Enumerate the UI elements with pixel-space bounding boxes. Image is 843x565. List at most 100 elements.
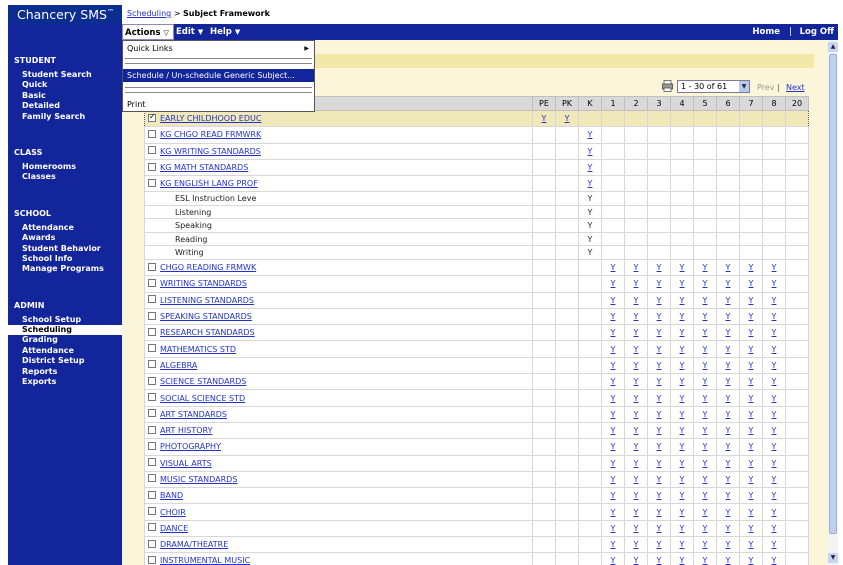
grade-link[interactable]: Y — [634, 328, 639, 337]
grade-link[interactable]: Y — [772, 540, 777, 549]
grade-link[interactable]: Y — [772, 524, 777, 533]
grade-link[interactable]: Y — [657, 491, 662, 500]
sidebar-item-district-setup[interactable]: District Setup — [8, 356, 122, 366]
sidebar-item-grading[interactable]: Grading — [8, 335, 122, 345]
grade-link[interactable]: Y — [634, 410, 639, 419]
grade-link[interactable]: Y — [749, 459, 754, 468]
subject-link[interactable]: KG CHGO READ FRMWRK — [160, 130, 261, 139]
grade-link[interactable]: Y — [726, 556, 731, 565]
grade-link[interactable]: Y — [749, 328, 754, 337]
grade-link[interactable]: Y — [657, 328, 662, 337]
grade-link[interactable]: Y — [634, 491, 639, 500]
row-checkbox[interactable] — [148, 278, 156, 287]
grade-link[interactable]: Y — [611, 426, 616, 435]
grade-link[interactable]: Y — [680, 312, 685, 321]
menu-item-quick-links[interactable]: Quick Links ▶ — [123, 42, 314, 55]
grade-link[interactable]: Y — [703, 361, 708, 370]
grade-link[interactable]: Y — [726, 263, 731, 272]
grade-link[interactable]: Y — [657, 426, 662, 435]
grade-link[interactable]: Y — [611, 524, 616, 533]
grade-link[interactable]: Y — [703, 410, 708, 419]
grade-link[interactable]: Y — [680, 459, 685, 468]
grade-link[interactable]: Y — [680, 426, 685, 435]
grade-link[interactable]: Y — [680, 279, 685, 288]
sidebar-item-detailed[interactable]: Detailed — [8, 101, 122, 111]
grade-link[interactable]: Y — [611, 312, 616, 321]
grade-link[interactable]: Y — [726, 296, 731, 305]
grade-link[interactable]: Y — [703, 426, 708, 435]
grade-link[interactable]: Y — [726, 361, 731, 370]
scroll-thumb[interactable] — [829, 54, 837, 534]
subject-link[interactable]: ART STANDARDS — [160, 410, 227, 419]
grade-link[interactable]: Y — [657, 263, 662, 272]
subject-link[interactable]: MATHEMATICS STD — [160, 345, 236, 354]
grade-link[interactable]: Y — [703, 394, 708, 403]
grade-link[interactable]: Y — [726, 524, 731, 533]
sidebar-item-scheduling[interactable]: Scheduling — [8, 325, 122, 336]
grade-link[interactable]: Y — [611, 394, 616, 403]
sidebar-item-awards[interactable]: Awards — [8, 233, 122, 243]
grade-link[interactable]: Y — [703, 377, 708, 386]
grade-link[interactable]: Y — [726, 491, 731, 500]
grade-link[interactable]: Y — [611, 296, 616, 305]
grade-link[interactable]: Y — [588, 130, 593, 139]
row-checkbox[interactable] — [148, 425, 156, 434]
logoff-link[interactable]: Log Off — [800, 24, 834, 40]
grade-link[interactable]: Y — [634, 361, 639, 370]
grade-link[interactable]: Y — [680, 296, 685, 305]
subject-link[interactable]: DRAMA/THEATRE — [160, 540, 228, 549]
grade-link[interactable]: Y — [749, 426, 754, 435]
subject-link[interactable]: ALGEBRA — [160, 361, 197, 370]
row-checkbox[interactable] — [148, 162, 156, 171]
row-checkbox[interactable] — [148, 311, 156, 320]
subject-link[interactable]: KG MATH STANDARDS — [160, 163, 248, 172]
grade-link[interactable]: Y — [680, 475, 685, 484]
sidebar-item-student-search[interactable]: Student Search — [8, 70, 122, 80]
row-checkbox[interactable] — [148, 393, 156, 401]
grade-link[interactable]: Y — [611, 459, 616, 468]
row-checkbox[interactable] — [148, 490, 156, 499]
grade-link[interactable]: Y — [634, 263, 639, 272]
grade-link[interactable]: Y — [772, 377, 777, 386]
grade-link[interactable]: Y — [634, 296, 639, 305]
grade-link[interactable]: Y — [703, 296, 708, 305]
grade-link[interactable]: Y — [611, 263, 616, 272]
sidebar-item-reports[interactable]: Reports — [8, 367, 122, 377]
grade-link[interactable]: Y — [657, 442, 662, 451]
help-menu[interactable]: Help ▼ — [210, 24, 240, 40]
grade-link[interactable]: Y — [726, 459, 731, 468]
grade-link[interactable]: Y — [588, 163, 593, 172]
grade-link[interactable]: Y — [657, 345, 662, 354]
grade-link[interactable]: Y — [749, 279, 754, 288]
row-checkbox[interactable] — [148, 523, 156, 532]
subject-link[interactable]: CHOIR — [160, 508, 186, 517]
grade-link[interactable]: Y — [611, 475, 616, 484]
grade-link[interactable]: Y — [657, 361, 662, 370]
sidebar-item-exports[interactable]: Exports — [8, 377, 122, 387]
grade-link[interactable]: Y — [657, 459, 662, 468]
grade-link[interactable]: Y — [634, 426, 639, 435]
grade-link[interactable]: Y — [703, 442, 708, 451]
row-checkbox[interactable] — [148, 441, 156, 450]
grade-link[interactable]: Y — [611, 279, 616, 288]
grade-link[interactable]: Y — [542, 114, 547, 123]
grade-link[interactable]: Y — [772, 312, 777, 321]
grade-link[interactable]: Y — [703, 508, 708, 517]
grade-link[interactable]: Y — [749, 540, 754, 549]
grade-link[interactable]: Y — [703, 491, 708, 500]
grade-link[interactable]: Y — [726, 540, 731, 549]
grade-link[interactable]: Y — [657, 394, 662, 403]
sidebar-item-student-behavior[interactable]: Student Behavior — [8, 244, 122, 254]
page-range-select[interactable]: 1 - 30 of 61 ▼ — [677, 80, 750, 93]
grade-link[interactable]: Y — [749, 508, 754, 517]
edit-menu[interactable]: Edit ▼ — [176, 24, 203, 40]
subject-link[interactable]: DANCE — [160, 524, 188, 533]
subject-link[interactable]: SOCIAL SCIENCE STD — [160, 394, 245, 403]
grade-link[interactable]: Y — [726, 426, 731, 435]
subject-link[interactable]: BAND — [160, 491, 183, 500]
grade-link[interactable]: Y — [611, 361, 616, 370]
grade-link[interactable]: Y — [680, 361, 685, 370]
row-checkbox[interactable] — [148, 262, 156, 271]
subject-link[interactable]: PHOTOGRAPHY — [160, 442, 221, 451]
breadcrumb-link-scheduling[interactable]: Scheduling — [127, 9, 171, 18]
